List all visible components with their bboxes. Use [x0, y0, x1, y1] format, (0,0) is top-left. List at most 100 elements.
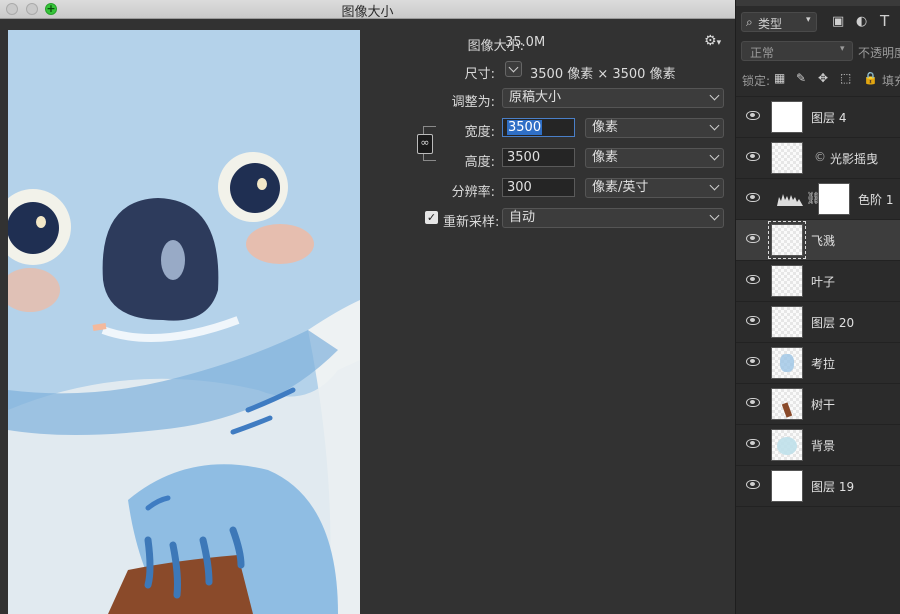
- blend-mode-select[interactable]: 正常 ▾: [741, 41, 853, 61]
- eye-icon[interactable]: [746, 439, 760, 448]
- layer-mask-thumbnail: [818, 183, 850, 215]
- dialog-title: 图像大小: [341, 5, 394, 20]
- lock-move-icon[interactable]: ✥: [818, 71, 828, 85]
- layer-row[interactable]: 叶子: [736, 260, 900, 301]
- fit-to-value: 原稿大小: [509, 90, 562, 105]
- layer-row[interactable]: 背景: [736, 424, 900, 465]
- koala-painting: [8, 30, 360, 614]
- height-unit-select[interactable]: 像素: [585, 148, 724, 168]
- resolution-value: 300: [507, 180, 532, 195]
- resample-label: 重新采样:: [443, 215, 500, 230]
- layer-row[interactable]: 考拉: [736, 342, 900, 383]
- dimensions-label: 尺寸:: [464, 67, 495, 82]
- width-unit-select[interactable]: 像素: [585, 118, 724, 138]
- opacity-label: 不透明度: [858, 46, 900, 60]
- layer-name: 飞溅: [811, 234, 836, 248]
- resolution-label: 分辨率:: [451, 185, 495, 200]
- height-input[interactable]: 3500: [502, 148, 575, 167]
- layer-thumbnail: [771, 265, 803, 297]
- resolution-unit-select[interactable]: 像素/英寸: [585, 178, 724, 198]
- layer-row[interactable]: 图层 4: [736, 96, 900, 137]
- eye-icon[interactable]: [746, 357, 760, 366]
- layer-thumbnail: [771, 388, 803, 420]
- layer-thumbnail: [771, 306, 803, 338]
- image-size-value: 35.0M: [505, 35, 546, 50]
- fill-label: 填充: [882, 74, 900, 88]
- chevron-down-icon: [709, 180, 720, 191]
- height-label: 高度:: [464, 155, 495, 170]
- layer-row[interactable]: ⛓ 色阶 1: [736, 178, 900, 219]
- layer-thumbnail: [771, 470, 803, 502]
- layer-name: 图层 19: [811, 480, 855, 494]
- layer-thumbnail: [771, 429, 803, 461]
- lock-label: 锁定:: [742, 74, 771, 88]
- layer-thumbnail: [768, 221, 806, 259]
- layer-name: 考拉: [811, 357, 836, 371]
- layer-row[interactable]: 图层 19: [736, 465, 900, 506]
- resample-value: 自动: [509, 210, 536, 225]
- resample-checkbox[interactable]: ✓: [425, 211, 438, 224]
- eye-icon[interactable]: [746, 316, 760, 325]
- image-preview[interactable]: [8, 30, 360, 614]
- lock-artboard-icon[interactable]: ⬚: [840, 71, 851, 85]
- dimensions-unit-toggle[interactable]: [505, 61, 522, 77]
- kind-filter-value: 类型: [758, 17, 783, 31]
- layer-row[interactable]: 树干: [736, 383, 900, 424]
- search-icon: ⌕: [746, 15, 753, 29]
- gear-icon[interactable]: ⚙▾: [704, 33, 721, 49]
- layer-name: 树干: [811, 398, 836, 412]
- eye-icon[interactable]: [746, 193, 760, 202]
- height-unit-value: 像素: [592, 150, 619, 165]
- width-input[interactable]: 3500: [502, 118, 575, 137]
- width-label: 宽度:: [464, 125, 495, 140]
- chevron-down-icon: ▾: [806, 15, 811, 25]
- title-bar: + 图像大小: [0, 0, 735, 20]
- eye-icon[interactable]: [746, 152, 760, 161]
- lock-brush-icon[interactable]: ✎: [796, 71, 806, 85]
- layer-kind-filter[interactable]: ⌕ 类型 ▾: [741, 12, 817, 32]
- image-filter-icon[interactable]: ▣: [832, 14, 844, 29]
- layer-name: 光影摇曳: [830, 152, 879, 166]
- layer-thumbnail: [771, 101, 803, 133]
- layer-thumbnail: [771, 347, 803, 379]
- layer-name: 背景: [811, 439, 836, 453]
- resample-select[interactable]: 自动: [502, 208, 724, 228]
- smart-object-icon: ©: [814, 150, 826, 164]
- chevron-down-icon: [709, 90, 720, 101]
- resolution-input[interactable]: 300: [502, 178, 575, 197]
- layer-name: 色阶 1: [858, 193, 894, 207]
- panel-tabs[interactable]: [736, 0, 900, 6]
- width-unit-value: 像素: [592, 120, 619, 135]
- layer-row[interactable]: © 光影摇曳: [736, 137, 900, 178]
- layer-row[interactable]: 飞溅: [736, 219, 900, 260]
- divider: [736, 506, 900, 507]
- chevron-down-icon: [709, 210, 720, 221]
- layer-name: 图层 20: [811, 316, 855, 330]
- height-value: 3500: [507, 150, 541, 165]
- eye-icon[interactable]: [746, 111, 760, 120]
- chevron-down-icon: [508, 62, 519, 73]
- layer-name: 图层 4: [811, 111, 847, 125]
- eye-icon[interactable]: [746, 234, 760, 243]
- dimensions-value: 3500 像素 × 3500 像素: [530, 67, 676, 82]
- type-filter-icon[interactable]: T: [880, 12, 889, 30]
- levels-adjustment-icon: [777, 194, 803, 206]
- layers-panel: ⌕ 类型 ▾ ▣ ◐ T 正常 ▾ 不透明度 锁定: ▦ ✎ ✥ ⬚ 🔒 填充 …: [735, 0, 900, 614]
- blend-mode-value: 正常: [750, 46, 775, 60]
- eye-icon[interactable]: [746, 480, 760, 489]
- adjustment-filter-icon[interactable]: ◐: [856, 14, 867, 29]
- eye-icon[interactable]: [746, 398, 760, 407]
- fit-to-select[interactable]: 原稿大小: [502, 88, 724, 108]
- lock-all-icon[interactable]: 🔒: [863, 71, 878, 85]
- lock-transparent-icon[interactable]: ▦: [774, 71, 785, 85]
- layer-thumbnail: [771, 142, 803, 174]
- chevron-down-icon: [709, 150, 720, 161]
- resolution-unit-value: 像素/英寸: [592, 180, 649, 195]
- layer-row[interactable]: 图层 20: [736, 301, 900, 342]
- layer-name: 叶子: [811, 275, 836, 289]
- chevron-down-icon: ▾: [840, 44, 845, 54]
- image-size-dialog: + 图像大小 图像大小: 35.0M ⚙▾ 尺寸: 3500 像素 × 3500…: [0, 0, 735, 614]
- eye-icon[interactable]: [746, 275, 760, 284]
- chevron-down-icon: [709, 120, 720, 131]
- fit-to-label: 调整为:: [451, 95, 495, 110]
